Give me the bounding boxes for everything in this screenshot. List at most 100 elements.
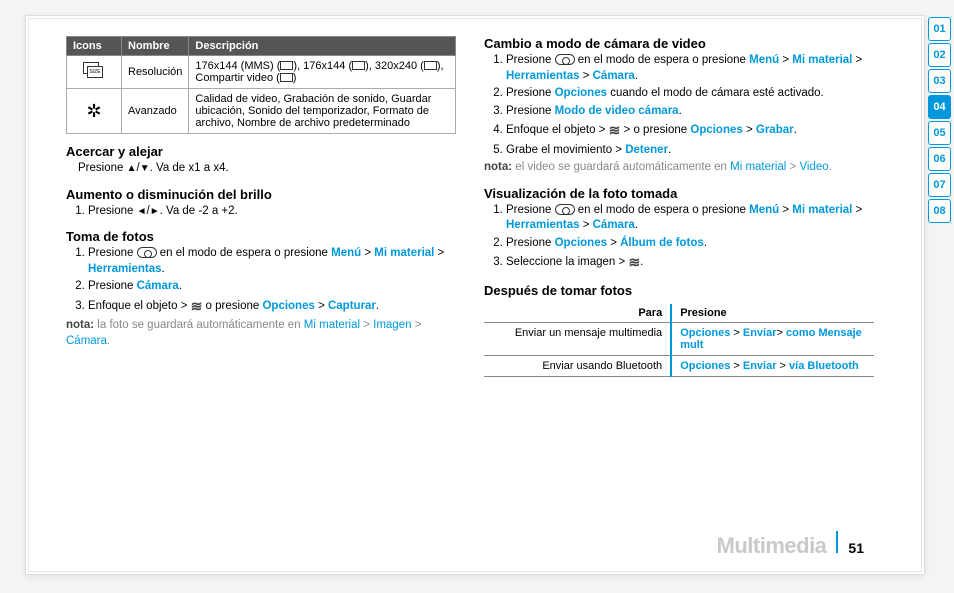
text: . Va de -2 a +2. xyxy=(160,205,238,217)
tab-03[interactable]: 03 xyxy=(928,69,951,93)
text: Enfoque el objeto > xyxy=(506,124,609,136)
menu-path: Herramientas xyxy=(506,219,580,231)
triangle-up-icon: ▲ xyxy=(127,163,137,174)
menu-path: Enviar xyxy=(743,360,777,372)
note-path: Video xyxy=(799,161,828,173)
heading-after: Después de tomar fotos xyxy=(484,283,874,298)
heading-zoom: Acercar y alejar xyxy=(66,144,456,159)
menu-path: Opciones xyxy=(555,87,607,99)
select-key-icon xyxy=(191,297,203,317)
menu-path: Cámara xyxy=(137,280,179,292)
text: Presione xyxy=(88,280,137,292)
desc-cell: 176x144 (MMS) ( ), 176x144 ( ), 320x240 ()… xyxy=(189,56,456,89)
camera-button-icon xyxy=(555,54,575,65)
menu-path: Grabar xyxy=(756,124,794,136)
text: en el modo de espera o presione xyxy=(575,204,750,216)
footer-separator xyxy=(836,531,838,553)
text: Presione xyxy=(88,247,137,259)
select-key-icon xyxy=(609,121,621,141)
tab-01[interactable]: 01 xyxy=(928,17,951,41)
tab-07[interactable]: 07 xyxy=(928,173,951,197)
note-label: nota: xyxy=(66,319,94,331)
list-item: Presione en el modo de espera o presione… xyxy=(88,246,456,277)
size-icon: SIZE xyxy=(83,62,105,80)
menu-path: Mi material xyxy=(792,54,852,66)
th-presione: Presione xyxy=(671,304,874,323)
desc-text: ), 176x144 ( xyxy=(293,60,352,72)
desc-text: 176x144 (MMS) ( xyxy=(195,60,280,72)
note-takephoto: nota: la foto se guardará automáticament… xyxy=(66,318,456,349)
text: Enfoque el objeto > xyxy=(88,300,191,312)
list-item: Presione en el modo de espera o presione… xyxy=(506,53,874,84)
list-item: Presione Opciones cuando el modo de cáma… xyxy=(506,86,874,102)
videomode-steps: Presione en el modo de espera o presione… xyxy=(484,53,874,158)
note-text: el video se guardará automáticamente en xyxy=(512,161,730,173)
menu-path: Opciones xyxy=(555,237,607,249)
menu-path: Opciones xyxy=(262,300,314,312)
tab-04[interactable]: 04 xyxy=(928,95,951,119)
text: Presione xyxy=(506,54,555,66)
monitor-icon xyxy=(424,61,437,70)
menu-path: Opciones xyxy=(680,360,730,372)
text: . Va de x1 a x4. xyxy=(150,162,229,174)
takephoto-steps: Presione en el modo de espera o presione… xyxy=(66,246,456,316)
heading-brightness: Aumento o disminución del brillo xyxy=(66,187,456,202)
note-path: Cámara xyxy=(66,335,107,347)
monitor-icon xyxy=(280,73,293,82)
page-number: 51 xyxy=(848,540,864,556)
menu-path: Menú xyxy=(331,247,361,259)
menu-path: Menú xyxy=(749,204,779,216)
monitor-icon xyxy=(280,61,293,70)
menu-path: Modo de video cámara xyxy=(555,105,679,117)
tab-08[interactable]: 08 xyxy=(928,199,951,223)
select-key-icon xyxy=(628,253,640,273)
menu-path: Álbum de fotos xyxy=(620,237,704,249)
list-item: Presione ◄/►. Va de -2 a +2. xyxy=(88,204,456,220)
desc-cell: Calidad de video, Grabación de sonido, G… xyxy=(189,89,456,134)
menu-path: Opciones xyxy=(680,327,730,339)
gear-icon: ✲ xyxy=(86,101,101,121)
triangle-left-icon: ◄ xyxy=(137,206,147,217)
text: Presione xyxy=(506,105,555,117)
list-item: Presione Modo de video cámara. xyxy=(506,104,874,120)
th-nombre: Nombre xyxy=(122,37,189,56)
note-path: Mi material xyxy=(304,319,360,331)
note-path: Mi material xyxy=(730,161,786,173)
note-path: Imagen xyxy=(373,319,411,331)
th-desc: Descripción xyxy=(189,37,456,56)
menu-path: Herramientas xyxy=(88,263,162,275)
tab-02[interactable]: 02 xyxy=(928,43,951,67)
nombre-cell: Resolución xyxy=(122,56,189,89)
desc-text: ) xyxy=(293,72,297,84)
list-item: Enfoque el objeto > > o presione Opcione… xyxy=(506,121,874,141)
menu-path: Enviar xyxy=(743,327,777,339)
list-item: Presione Cámara. xyxy=(88,279,456,295)
text: en el modo de espera o presione xyxy=(157,247,332,259)
text: Presione xyxy=(506,204,555,216)
text: Presione xyxy=(78,162,127,174)
text: Presione xyxy=(88,205,137,217)
table-row: Enviar un mensaje multimedia Opciones > … xyxy=(484,322,874,355)
viewphoto-steps: Presione en el modo de espera o presione… xyxy=(484,203,874,273)
menu-path: Herramientas xyxy=(506,70,580,82)
tab-06[interactable]: 06 xyxy=(928,147,951,171)
monitor-icon xyxy=(352,61,365,70)
menu-path: vía Bluetooth xyxy=(789,360,859,372)
list-item: Seleccione la imagen > . xyxy=(506,253,874,273)
text: Seleccione la imagen > xyxy=(506,256,628,268)
table-row: Enviar usando Bluetooth Opciones > Envia… xyxy=(484,355,874,376)
pres-cell: Opciones > Enviar > vía Bluetooth xyxy=(671,355,874,376)
text: Grabe el movimiento > xyxy=(506,144,625,156)
text: en el modo de espera o presione xyxy=(575,54,750,66)
after-table: Para Presione Enviar un mensaje multimed… xyxy=(484,304,874,377)
menu-path: Opciones xyxy=(690,124,742,136)
heading-takephoto: Toma de fotos xyxy=(66,229,456,244)
tab-05[interactable]: 05 xyxy=(928,121,951,145)
brightness-steps: Presione ◄/►. Va de -2 a +2. xyxy=(66,204,456,220)
chapter-title: Multimedia xyxy=(717,533,827,559)
menu-path: Capturar xyxy=(328,300,376,312)
manual-page: Icons Nombre Descripción SIZE Resolución xyxy=(25,15,925,575)
para-cell: Enviar usando Bluetooth xyxy=(484,355,671,376)
list-item: Grabe el movimiento > Detener. xyxy=(506,143,874,159)
desc-text: ), 320x240 ( xyxy=(365,60,424,72)
